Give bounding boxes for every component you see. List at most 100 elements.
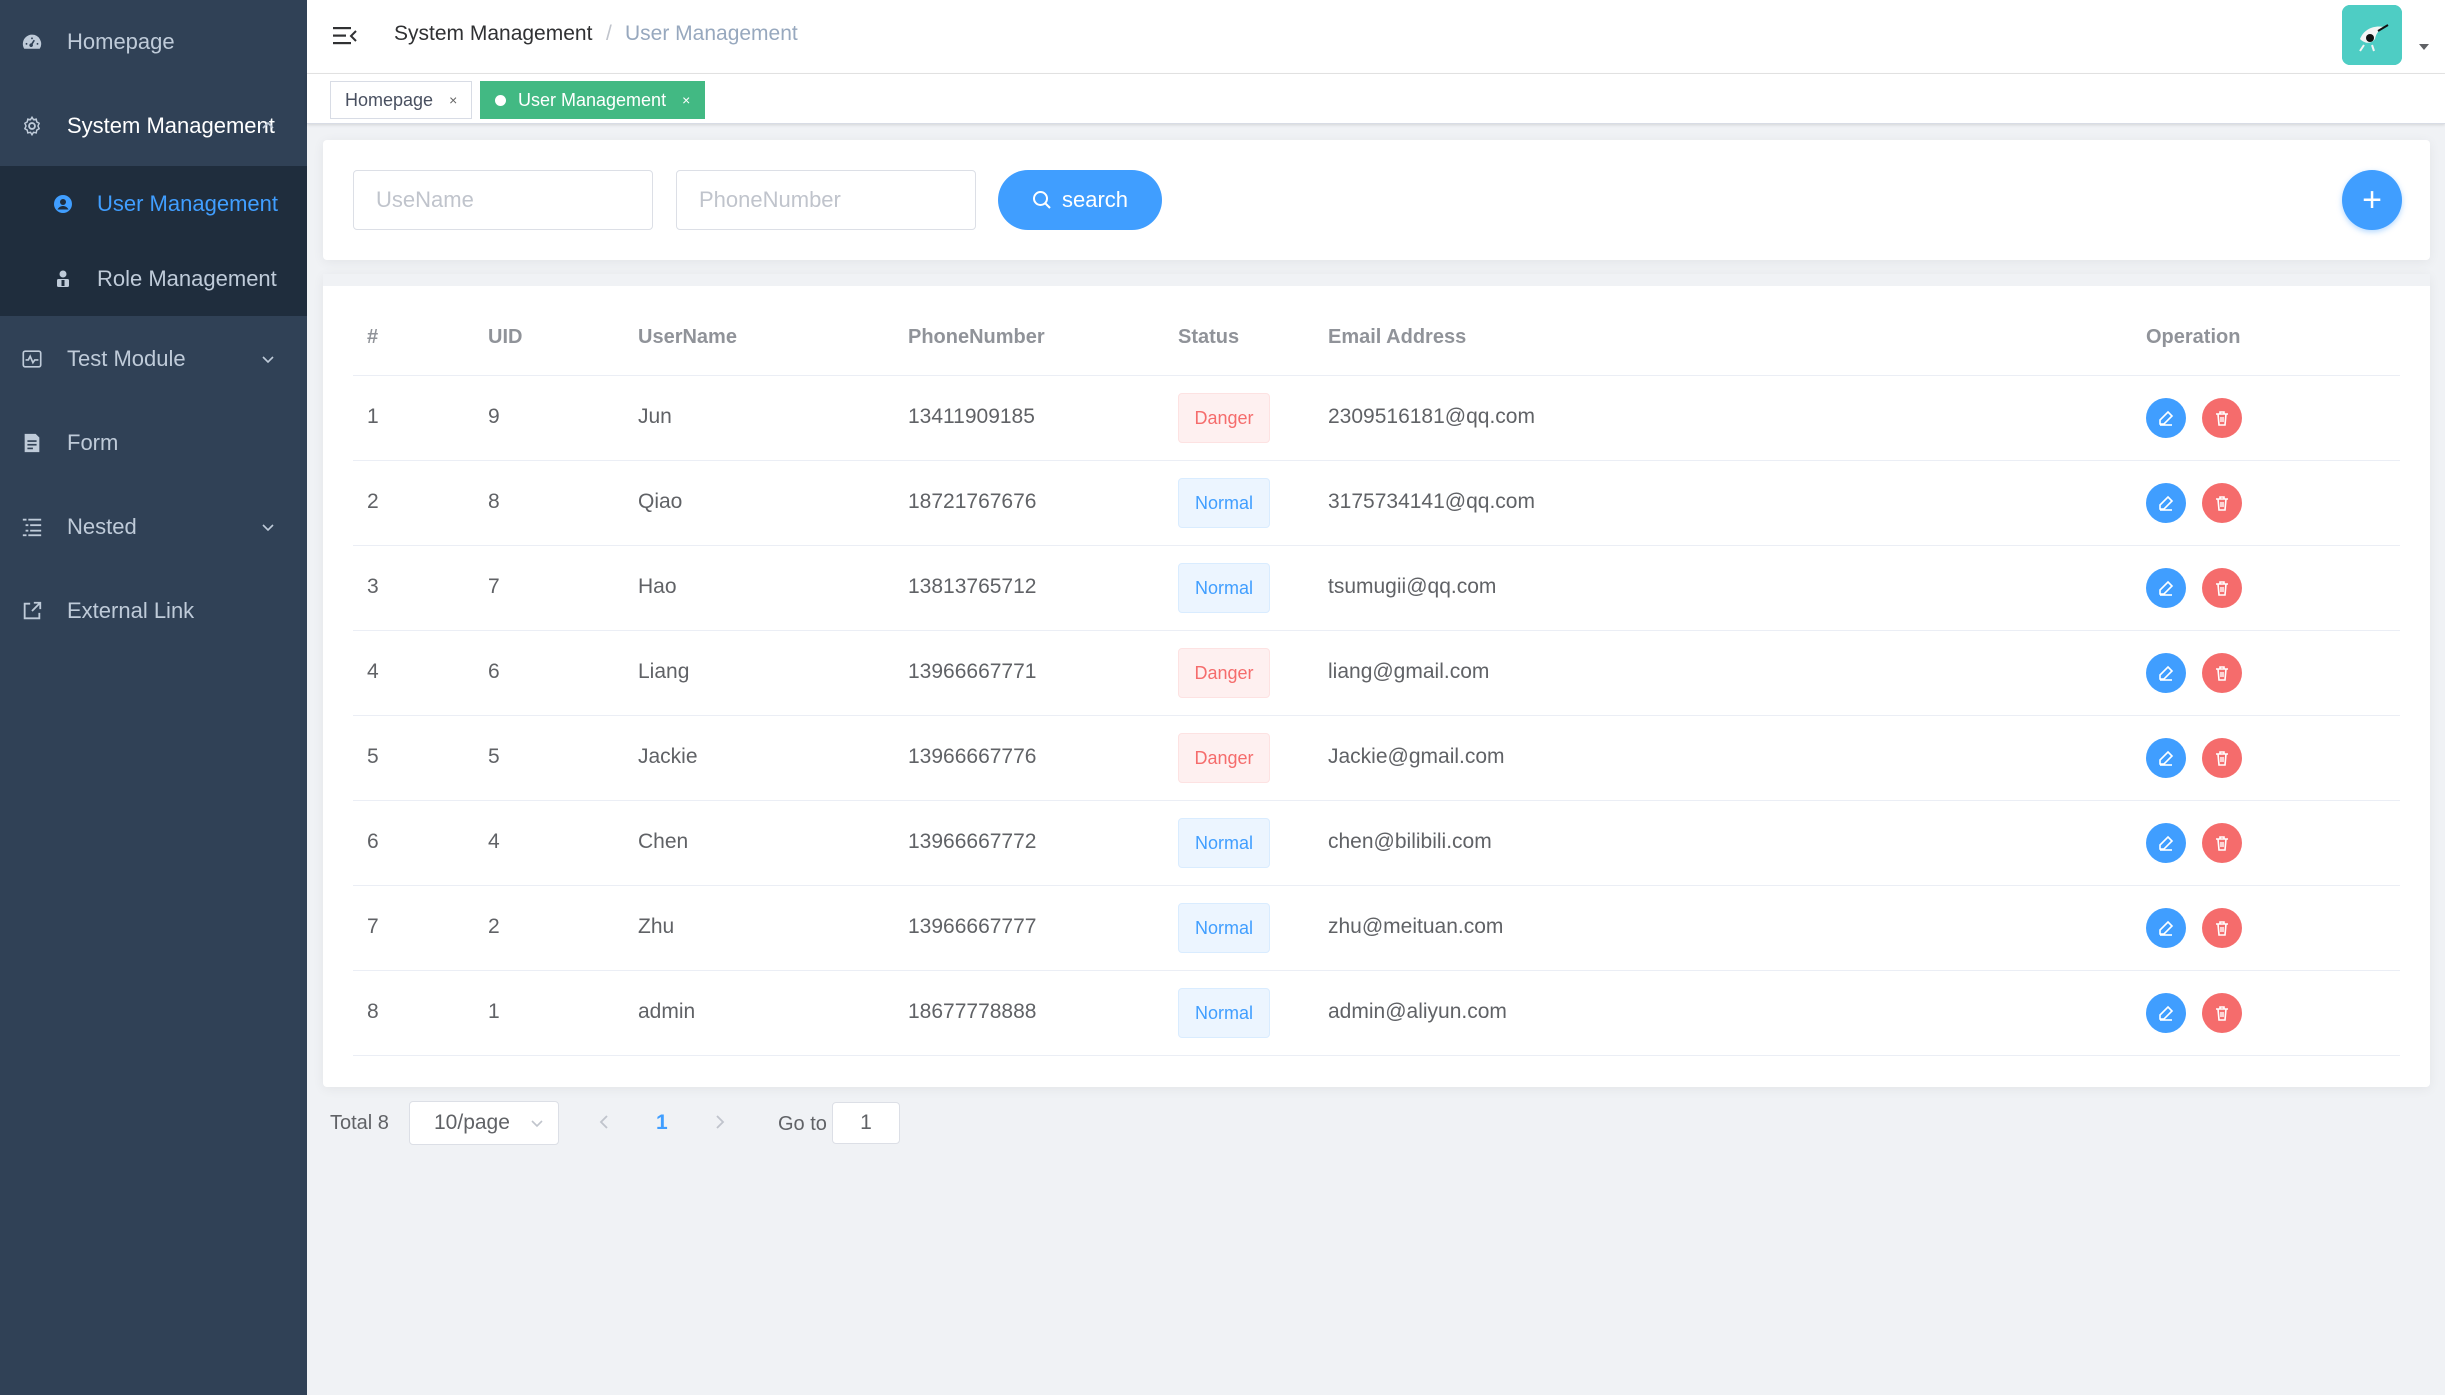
breadcrumb-system-management[interactable]: System Management — [394, 22, 592, 46]
cell-phone: 18677778888 — [908, 1000, 1037, 1023]
edit-icon — [2159, 750, 2174, 766]
tag-user-management[interactable]: User Management × — [480, 81, 706, 119]
column-header-index: # — [367, 326, 379, 348]
delete-button[interactable] — [2202, 823, 2242, 863]
cell-uid: 7 — [488, 575, 500, 598]
cell-username: Liang — [638, 660, 690, 683]
edit-button[interactable] — [2146, 823, 2186, 863]
cell-phone: 13813765712 — [908, 575, 1037, 598]
cell-email: admin@aliyun.com — [1328, 1000, 1507, 1023]
sidebar-item-user-management[interactable]: User Management — [0, 166, 307, 241]
sidebar: Homepage System Management User Manageme… — [0, 0, 307, 1395]
sidebar-item-test-module[interactable]: Test Module — [0, 317, 307, 401]
prev-page-icon[interactable] — [596, 1112, 612, 1132]
cell-username: Jun — [638, 405, 672, 428]
close-icon[interactable]: × — [682, 92, 690, 108]
trash-icon — [2216, 581, 2228, 596]
status-badge: Normal — [1178, 903, 1270, 953]
edit-button[interactable] — [2146, 908, 2186, 948]
add-user-button[interactable]: + — [2342, 170, 2402, 230]
edit-icon — [2159, 835, 2174, 851]
cell-index: 3 — [367, 575, 379, 598]
edit-icon — [2159, 920, 2174, 936]
cell-email: zhu@meituan.com — [1328, 915, 1504, 938]
cell-phone: 13966667776 — [908, 745, 1037, 768]
cell-index: 1 — [367, 405, 379, 428]
delete-button[interactable] — [2202, 483, 2242, 523]
sidebar-item-role-management[interactable]: Role Management — [0, 241, 307, 316]
cell-email: liang@gmail.com — [1328, 660, 1490, 683]
goto-label: Go to — [778, 1113, 827, 1135]
page-number-current[interactable]: 1 — [656, 1111, 668, 1135]
edit-button[interactable] — [2146, 653, 2186, 693]
chevron-down-icon — [262, 356, 274, 364]
column-header-username: UserName — [638, 326, 737, 348]
phone-number-input[interactable] — [676, 170, 976, 230]
search-icon — [1032, 191, 1051, 209]
dashboard-icon — [20, 30, 44, 54]
form-icon — [20, 431, 44, 455]
tag-label: Homepage — [345, 89, 434, 110]
active-dot-icon — [495, 94, 506, 106]
page-size-value: 10/page — [434, 1111, 510, 1134]
sidebar-item-homepage[interactable]: Homepage — [0, 0, 307, 84]
delete-button[interactable] — [2202, 738, 2242, 778]
breadcrumb-user-management: User Management — [625, 22, 798, 45]
avatar[interactable] — [2342, 5, 2402, 65]
delete-button[interactable] — [2202, 398, 2242, 438]
delete-button[interactable] — [2202, 568, 2242, 608]
tag-homepage[interactable]: Homepage × — [330, 81, 473, 119]
cell-email: tsumugii@qq.com — [1328, 575, 1497, 598]
sidebar-item-label: Test Module — [67, 346, 186, 371]
search-card: search + — [323, 140, 2430, 260]
cell-phone: 18721767676 — [908, 490, 1037, 513]
trash-icon — [2216, 666, 2228, 681]
tags-view: Homepage × User Management × — [307, 74, 2445, 124]
user-icon — [52, 193, 74, 215]
sidebar-item-label: External Link — [67, 598, 195, 623]
hamburger-icon[interactable] — [332, 23, 358, 49]
status-badge: Normal — [1178, 478, 1270, 528]
cell-phone: 13966667771 — [908, 660, 1037, 683]
page-size-select[interactable]: 10/page — [409, 1101, 559, 1145]
trash-icon — [2216, 496, 2228, 511]
sidebar-item-external-link[interactable]: External Link — [0, 569, 307, 653]
sidebar-item-nested[interactable]: Nested — [0, 485, 307, 569]
cell-email: 3175734141@qq.com — [1328, 490, 1535, 513]
trash-icon — [2216, 921, 2228, 936]
close-icon[interactable]: × — [449, 92, 457, 108]
column-header-email: Email Address — [1328, 326, 1467, 348]
edit-icon — [2159, 410, 2174, 426]
search-button[interactable]: search — [998, 170, 1162, 230]
cell-index: 4 — [367, 660, 379, 683]
edit-icon — [2159, 1005, 2174, 1021]
chevron-down-icon — [531, 1120, 543, 1128]
sidebar-item-form[interactable]: Form — [0, 401, 307, 485]
edit-button[interactable] — [2146, 483, 2186, 523]
cell-phone: 13966667772 — [908, 830, 1037, 853]
next-page-icon[interactable] — [712, 1112, 728, 1132]
status-badge: Danger — [1178, 393, 1270, 443]
goto-page-input[interactable] — [832, 1102, 900, 1144]
delete-button[interactable] — [2202, 993, 2242, 1033]
delete-button[interactable] — [2202, 653, 2242, 693]
username-input[interactable] — [353, 170, 653, 230]
cell-index: 7 — [367, 915, 379, 938]
edit-button[interactable] — [2146, 568, 2186, 608]
sidebar-item-system-management[interactable]: System Management — [0, 84, 307, 168]
trash-icon — [2216, 411, 2228, 426]
column-header-phone: PhoneNumber — [908, 326, 1045, 348]
delete-button[interactable] — [2202, 908, 2242, 948]
navbar: System Management / User Management — [307, 0, 2445, 74]
status-badge: Normal — [1178, 563, 1270, 613]
caret-down-icon[interactable] — [2417, 42, 2431, 52]
cell-uid: 2 — [488, 915, 500, 938]
edit-button[interactable] — [2146, 398, 2186, 438]
edit-button[interactable] — [2146, 993, 2186, 1033]
tag-label: User Management — [518, 89, 667, 110]
cell-username: Zhu — [638, 915, 675, 938]
plus-icon: + — [2362, 180, 2382, 219]
tree-list-icon — [20, 515, 44, 539]
cell-uid: 6 — [488, 660, 500, 683]
edit-button[interactable] — [2146, 738, 2186, 778]
